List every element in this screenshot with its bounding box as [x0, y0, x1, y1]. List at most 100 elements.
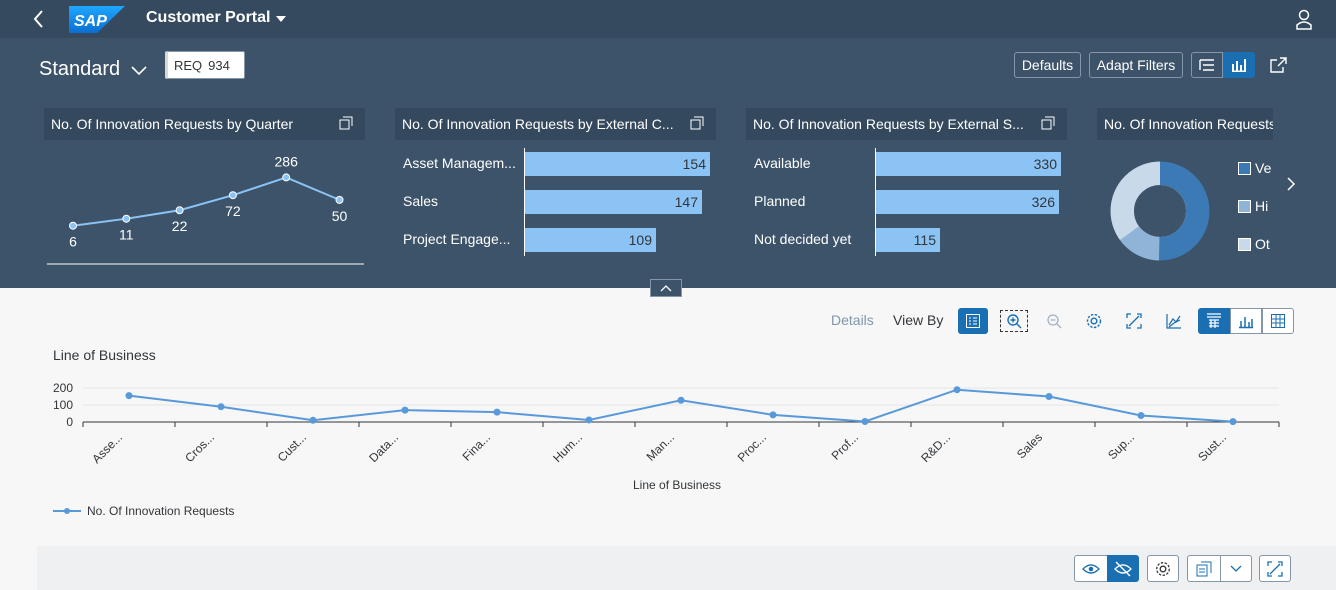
legend-label: No. Of Innovation Requests	[87, 504, 235, 518]
view-by-label[interactable]: View By	[893, 312, 943, 328]
share-icon[interactable]	[1270, 57, 1288, 73]
table-settings-button[interactable]	[1147, 555, 1179, 582]
y-tick-label: 200	[53, 381, 73, 395]
bar-value: 154	[682, 156, 706, 172]
bar[interactable]: 154	[525, 152, 710, 176]
donut-chart	[1109, 160, 1211, 262]
data-label: 22	[172, 218, 188, 234]
app-title-menu[interactable]: Customer Portal	[146, 9, 287, 27]
card-by-external-s[interactable]: No. Of Innovation Requests by External S…	[746, 108, 1067, 268]
req-token[interactable]: REQ 934	[165, 51, 245, 79]
view-table-button[interactable]	[1262, 308, 1294, 334]
view-chart-button[interactable]	[1230, 308, 1262, 334]
sap-logo[interactable]: SAP	[69, 6, 125, 33]
data-point	[401, 406, 409, 414]
card-by-quarter[interactable]: No. Of Innovation Requests by Quarter 62…	[44, 108, 365, 268]
card-by-external-c[interactable]: No. Of Innovation Requests by External C…	[395, 108, 716, 268]
category-label: Project Engage...	[403, 231, 511, 247]
settings-button[interactable]	[1079, 308, 1109, 334]
chevron-right-icon[interactable]	[1286, 177, 1296, 191]
bar[interactable]: 147	[525, 190, 702, 214]
x-axis-label: Line of Business	[633, 478, 722, 492]
data-point	[493, 408, 501, 416]
fullscreen-button[interactable]	[1119, 308, 1149, 334]
logo-text: SAP	[74, 13, 107, 30]
data-point	[1045, 393, 1053, 400]
data-point	[1137, 412, 1145, 420]
zoom-out-icon	[1047, 314, 1062, 329]
open-dialog-icon[interactable]	[690, 116, 704, 130]
card-innovation-requests[interactable]: No. Of Innovation Requests Ve Hi Ot	[1097, 108, 1273, 268]
series-line	[128, 388, 1234, 423]
category-label: Asset Managem...	[403, 155, 516, 171]
card-header: No. Of Innovation Requests by External S…	[746, 108, 1067, 140]
shell-bar: SAP Customer Portal	[0, 0, 1336, 38]
x-tick-label: Asse...	[89, 430, 125, 466]
data-point	[217, 403, 225, 411]
zoom-in-icon	[1007, 314, 1022, 329]
eye-hidden-icon	[1114, 561, 1132, 576]
back-icon[interactable]	[28, 8, 50, 30]
show-details-button[interactable]	[1074, 555, 1108, 582]
bar[interactable]: 109	[525, 228, 656, 252]
data-point	[861, 417, 869, 425]
x-tick-label: Proc...	[735, 430, 769, 464]
table-fullscreen-button[interactable]	[1259, 555, 1291, 582]
copy-menu-button[interactable]	[1220, 555, 1252, 582]
x-tick-label: Hum...	[550, 430, 585, 465]
legend-item-ve: Ve	[1238, 160, 1271, 176]
copy-button[interactable]	[1187, 555, 1221, 582]
category-label: Sales	[403, 193, 439, 209]
view-chart-table-button[interactable]	[1198, 308, 1230, 334]
data-point	[69, 221, 77, 230]
variant-selector[interactable]: Standard	[39, 58, 148, 81]
data-point	[309, 416, 317, 424]
chart-legend: No. Of Innovation Requests	[53, 504, 234, 518]
user-icon[interactable]	[1294, 8, 1314, 30]
list-icon	[1199, 59, 1214, 71]
data-point	[335, 195, 344, 204]
chart-type-button[interactable]	[1159, 308, 1189, 334]
collapse-header-button[interactable]	[650, 279, 682, 297]
x-tick-label: Sales	[1014, 430, 1045, 461]
req-label: REQ	[174, 57, 203, 73]
card-title: No. Of Innovation Requests by External C…	[402, 116, 674, 132]
quarter-line-chart: 62019-...112019-...222019-...722018-...2…	[47, 153, 364, 265]
zoom-out-button[interactable]	[1039, 308, 1069, 334]
details-button[interactable]: Details	[831, 312, 874, 328]
adapt-filters-button[interactable]: Adapt Filters	[1089, 52, 1183, 78]
data-point	[125, 392, 133, 400]
gear-icon	[1086, 313, 1102, 329]
hide-details-button[interactable]	[1107, 555, 1139, 582]
visual-filter-button[interactable]	[1223, 52, 1255, 78]
data-point	[769, 411, 777, 419]
bar-value: 326	[1031, 194, 1055, 210]
bar[interactable]: 330	[876, 152, 1061, 176]
open-dialog-icon[interactable]	[339, 116, 353, 130]
legend-line-marker	[53, 508, 81, 514]
open-dialog-icon[interactable]	[1041, 116, 1055, 130]
gear-icon	[1156, 561, 1170, 576]
eye-icon	[1082, 563, 1100, 574]
x-tick-label: Cust...	[275, 430, 309, 464]
bar-value: 109	[628, 232, 652, 248]
compact-filter-button[interactable]	[1191, 52, 1223, 78]
fullscreen-icon	[1126, 313, 1142, 329]
zoom-in-button[interactable]	[1000, 310, 1028, 332]
bar[interactable]: 326	[876, 190, 1059, 214]
y-tick-label: 0	[66, 415, 73, 429]
data-point	[585, 416, 593, 424]
legend-toggle-button[interactable]	[958, 308, 988, 334]
x-tick-label: Prof...	[829, 430, 862, 463]
bar-chart-icon	[1232, 59, 1246, 72]
data-point	[282, 173, 291, 182]
card-header: No. Of Innovation Requests	[1097, 108, 1273, 140]
bar-value: 115	[913, 232, 936, 248]
series-line	[72, 176, 340, 227]
x-tick-label: Man...	[644, 430, 677, 463]
data-point	[1229, 418, 1237, 426]
defaults-button[interactable]: Defaults	[1014, 52, 1081, 78]
x-tick-label: Data...	[366, 430, 401, 465]
chevron-up-icon	[660, 285, 672, 292]
bar[interactable]: 115	[876, 228, 940, 252]
